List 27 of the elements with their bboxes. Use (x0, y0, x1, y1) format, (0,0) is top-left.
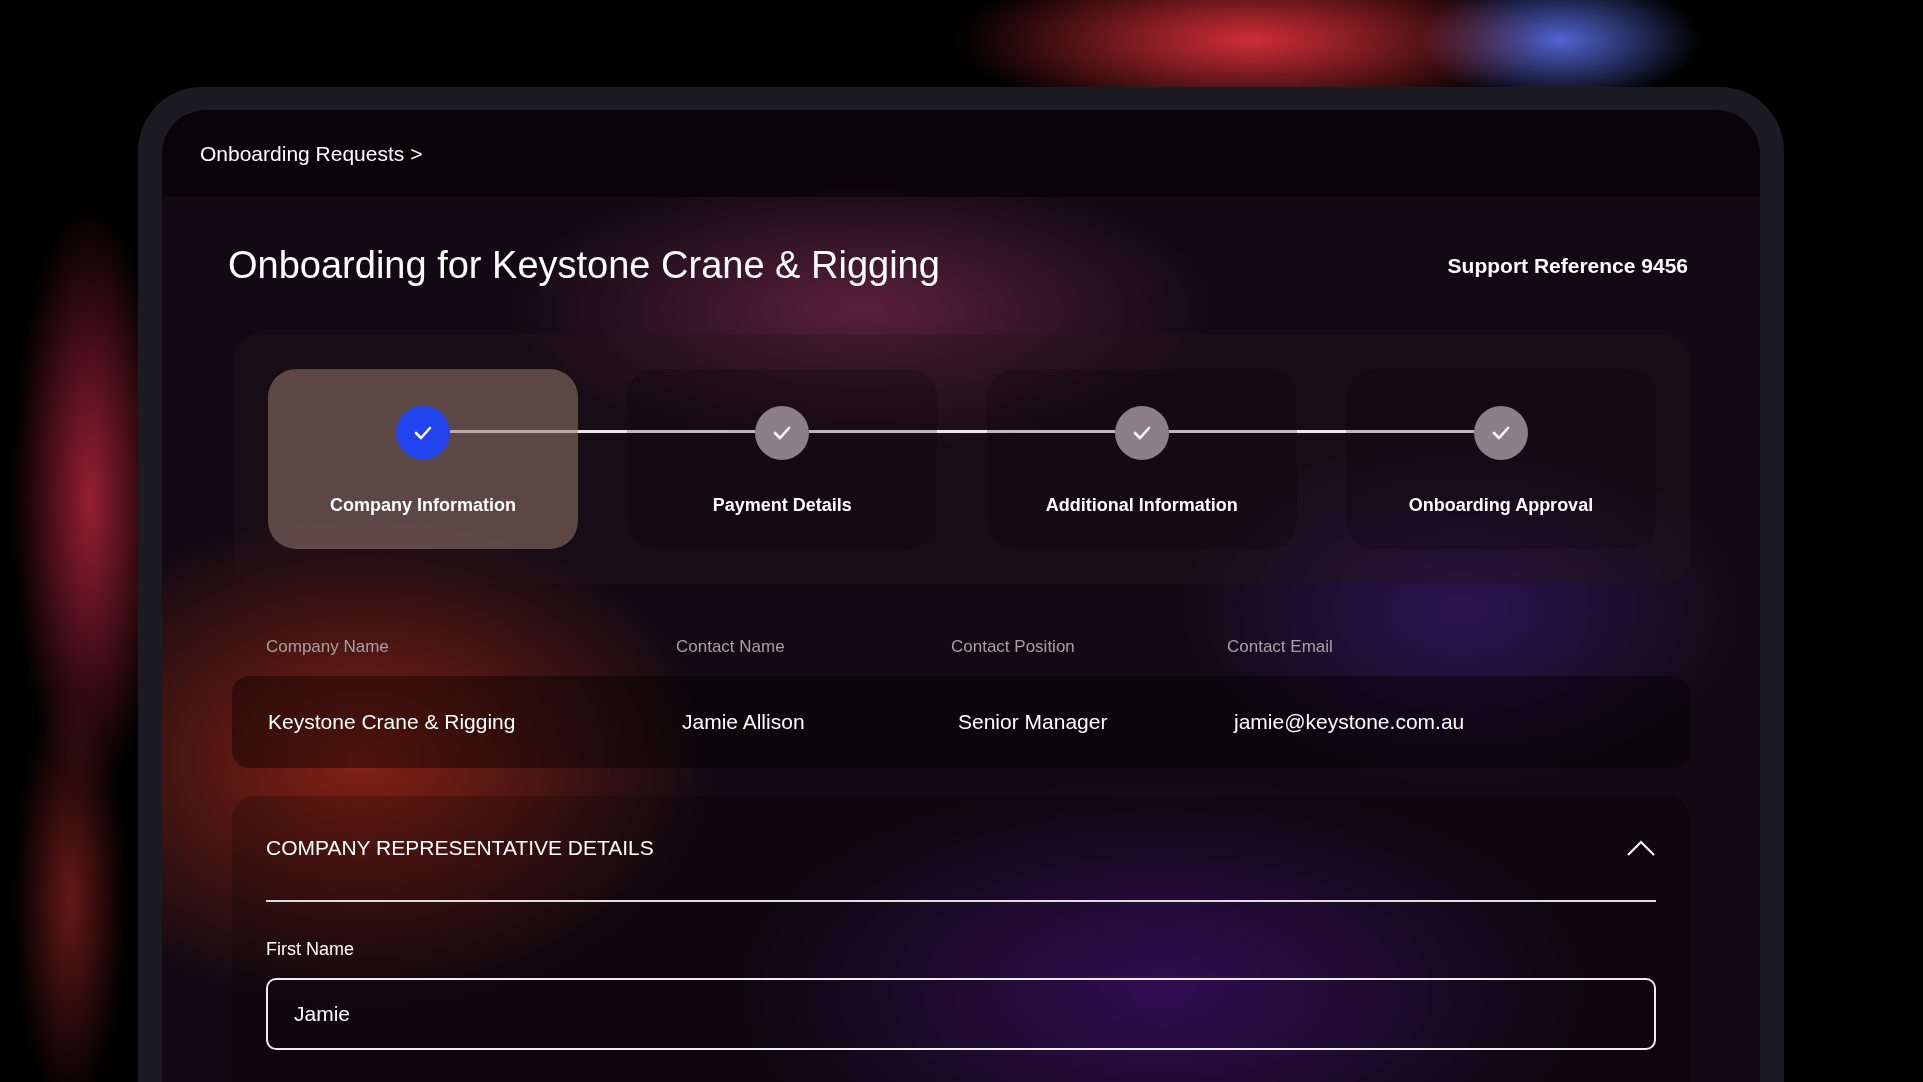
checkmark-icon (772, 425, 793, 441)
table-cell-text: Keystone Crane & Rigging (268, 708, 517, 735)
text-input-field[interactable]: Jamie (266, 977, 1656, 1050)
checkmark-icon (1131, 425, 1152, 441)
step-label: Payment Details (712, 494, 852, 517)
checkmark-icon (1491, 425, 1511, 441)
step-card[interactable]: Payment Details (627, 369, 938, 549)
step-card[interactable]: Onboarding Approval (1346, 369, 1656, 549)
step-card[interactable]: Company Information (268, 369, 578, 549)
table-cell-text: jamie@keystone.com.au (1234, 708, 1466, 735)
breadcrumb-link[interactable]: Onboarding Requests > (200, 137, 423, 170)
column-header: Contact Position (951, 636, 1076, 658)
column-header: Contact Name (676, 636, 786, 658)
step-label: Additional Information (1045, 494, 1238, 517)
checkmark-icon (413, 425, 433, 441)
table-cell-text: Senior Manager (958, 708, 1109, 735)
table-cell-text: Jamie Allison (682, 708, 806, 735)
chevron-up-icon (1626, 839, 1656, 858)
support-reference: Support Reference 9456 (1447, 252, 1688, 279)
section-title: COMPANY REPRESENTATIVE DETAILS (266, 834, 654, 861)
page-title: Onboarding for Keystone Crane & Rigging (228, 242, 940, 288)
step-label: Onboarding Approval (1408, 494, 1594, 517)
step-card[interactable]: Additional Information (986, 369, 1297, 549)
step-label: Company Information (330, 494, 516, 517)
field-label: First Name (266, 937, 354, 961)
column-header: Company Name (266, 636, 390, 658)
column-header: Contact Email (1227, 636, 1334, 658)
